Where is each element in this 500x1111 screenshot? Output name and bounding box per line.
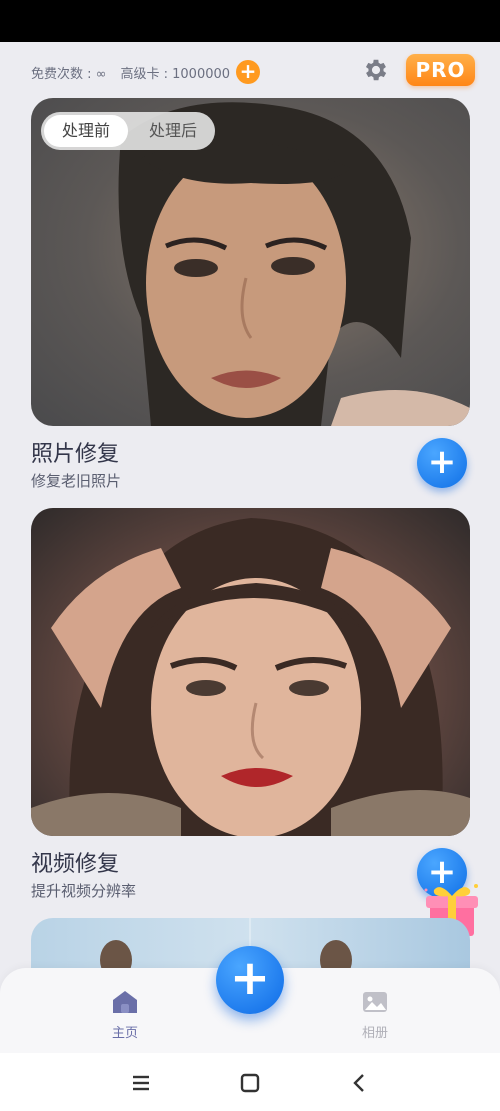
nav-album-label: 相册	[361, 1026, 388, 1041]
photo-repair-subtitle: 修复老旧照片	[31, 472, 122, 490]
photo-repair-add-button[interactable]: +	[417, 438, 467, 488]
home-square-icon[interactable]	[232, 1065, 268, 1101]
video-repair-title: 视频修复	[31, 852, 120, 877]
photo-repair-preview[interactable]: 处理前 处理后	[31, 98, 470, 426]
toggle-before[interactable]: 处理前	[44, 115, 128, 147]
add-credits-button[interactable]: +	[236, 60, 261, 84]
nav-home-label: 主页	[111, 1026, 138, 1041]
premium-count-label: 高级卡 : 1000000	[120, 66, 231, 82]
toggle-after[interactable]: 处理后	[134, 115, 212, 147]
gear-icon[interactable]	[362, 56, 390, 84]
nav-home[interactable]: 主页	[95, 990, 155, 1041]
status-bar	[0, 0, 500, 42]
system-nav-bar	[0, 1053, 500, 1111]
free-count-label: 免费次数 : ∞	[31, 66, 107, 82]
home-icon	[113, 991, 137, 1013]
portrait-image	[31, 518, 470, 836]
usage-counts: 免费次数 : ∞ 高级卡 : 1000000 +	[31, 60, 261, 84]
top-bar: 免费次数 : ∞ 高级卡 : 1000000 + PRO	[0, 50, 500, 90]
menu-icon[interactable]	[123, 1065, 159, 1101]
nav-album[interactable]: 相册	[345, 990, 405, 1041]
album-icon	[363, 992, 387, 1012]
main-add-button[interactable]: +	[216, 946, 284, 1014]
before-after-toggle[interactable]: 处理前 处理后	[41, 112, 215, 150]
video-repair-preview[interactable]	[31, 508, 470, 836]
video-repair-subtitle: 提升视频分辨率	[31, 882, 137, 900]
back-icon[interactable]	[341, 1065, 377, 1101]
pro-badge-button[interactable]: PRO	[406, 54, 475, 86]
photo-repair-title: 照片修复	[31, 442, 120, 467]
